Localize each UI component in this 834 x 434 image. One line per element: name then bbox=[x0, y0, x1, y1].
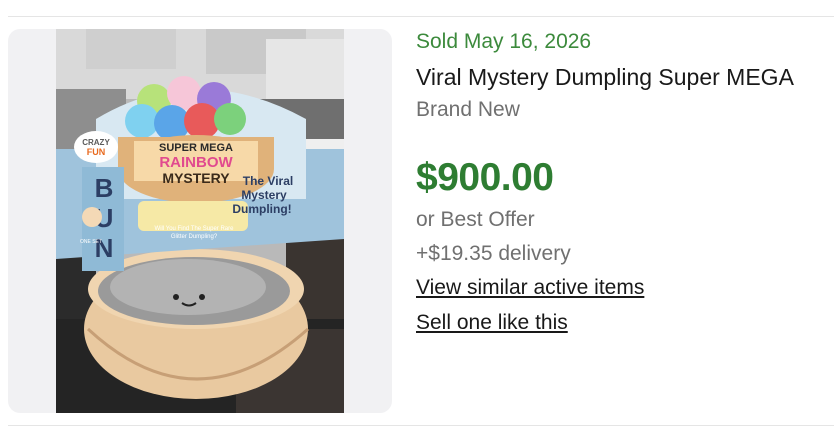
svg-text:RAINBOW: RAINBOW bbox=[159, 154, 233, 171]
svg-text:The Viral: The Viral bbox=[243, 174, 293, 188]
svg-text:MYSTERY: MYSTERY bbox=[162, 170, 230, 186]
bottom-divider bbox=[8, 425, 834, 426]
best-offer-label: or Best Offer bbox=[416, 208, 535, 231]
item-condition: Brand New bbox=[416, 98, 520, 121]
svg-text:ONE SET: ONE SET bbox=[80, 239, 102, 245]
svg-text:Dumpling!: Dumpling! bbox=[232, 202, 291, 216]
delivery-cost: +$19.35 delivery bbox=[416, 242, 571, 265]
svg-text:B: B bbox=[95, 173, 114, 203]
top-divider bbox=[8, 16, 834, 17]
svg-text:SUPER MEGA: SUPER MEGA bbox=[159, 142, 233, 154]
svg-text:N: N bbox=[95, 233, 114, 263]
sold-date: Sold May 16, 2026 bbox=[416, 30, 592, 53]
svg-text:FUN: FUN bbox=[87, 147, 106, 157]
sold-price: $900.00 bbox=[416, 156, 554, 199]
sell-one-like-this-link[interactable]: Sell one like this bbox=[416, 311, 568, 335]
svg-text:Glitter Dumpling?: Glitter Dumpling? bbox=[171, 234, 218, 240]
listing-image-card[interactable]: SUPER MEGA RAINBOW MYSTERY CRAZY FUN B U… bbox=[8, 29, 392, 413]
listing-photo[interactable]: SUPER MEGA RAINBOW MYSTERY CRAZY FUN B U… bbox=[56, 29, 344, 413]
svg-text:CRAZY: CRAZY bbox=[82, 138, 110, 147]
view-similar-link[interactable]: View similar active items bbox=[416, 276, 644, 300]
svg-text:Mystery: Mystery bbox=[241, 188, 287, 202]
svg-text:Will You Find The Super Rare: Will You Find The Super Rare bbox=[155, 226, 235, 232]
listing-title[interactable]: Viral Mystery Dumpling Super MEGA bbox=[416, 64, 794, 91]
